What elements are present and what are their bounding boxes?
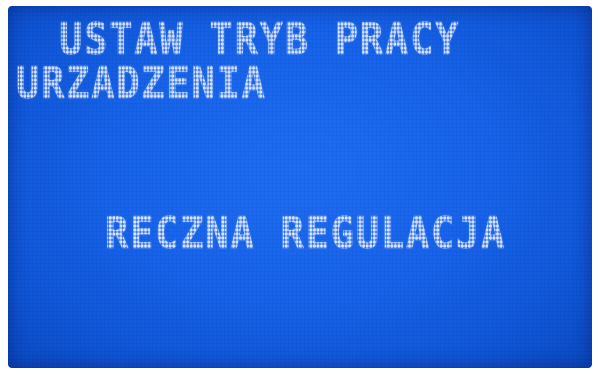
selected-mode-value[interactable]: RECZNA REGULACJA	[105, 211, 506, 256]
lcd-screen: USTAW TRYB PRACY URZADZENIA RECZNA REGUL…	[8, 6, 592, 368]
prompt-line-2: URZADZENIA	[16, 58, 267, 109]
prompt-line-1: USTAW TRYB PRACY	[34, 14, 461, 65]
device-bezel: USTAW TRYB PRACY URZADZENIA RECZNA REGUL…	[0, 0, 600, 376]
